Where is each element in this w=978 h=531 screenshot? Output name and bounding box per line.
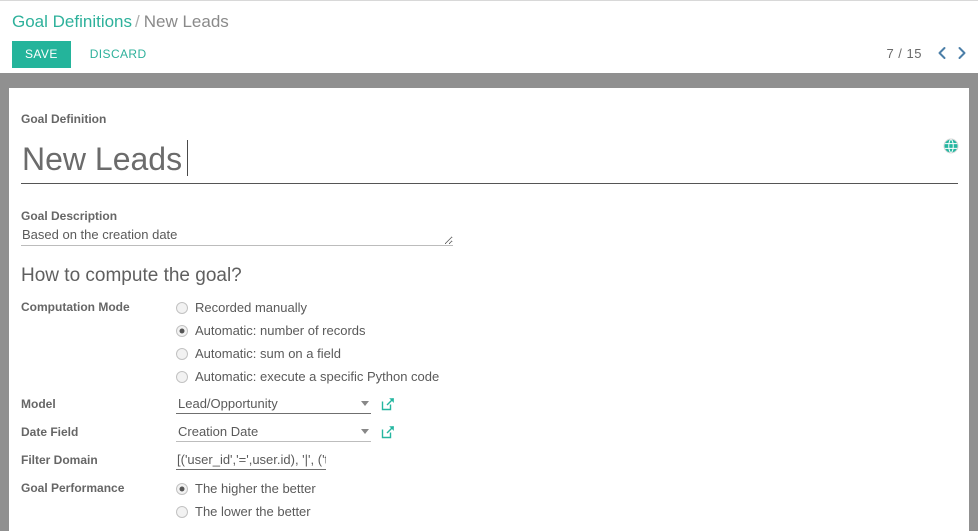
- radio-option-automatic-sum[interactable]: Automatic: sum on a field: [176, 342, 621, 365]
- breadcrumb-separator: /: [135, 12, 140, 31]
- radio-label: The lower the better: [195, 503, 311, 519]
- goal-name-field: [21, 138, 958, 184]
- model-external-link-icon[interactable]: [381, 397, 395, 411]
- breadcrumb: Goal Definitions / New Leads: [12, 10, 229, 34]
- model-selected-value: Lead/Opportunity: [178, 395, 278, 411]
- radio-label: Recorded manually: [195, 299, 308, 315]
- view-frame-top: [0, 73, 978, 88]
- radio-option-recorded-manually[interactable]: Recorded manually: [176, 296, 621, 319]
- goal-performance-options: The higher the better The lower the bett…: [176, 477, 621, 523]
- computation-mode-options: Recorded manually Automatic: number of r…: [176, 296, 621, 388]
- form-sheet: Goal Definition Goal Description How to …: [9, 88, 969, 531]
- pager-count: 7 / 15: [886, 45, 922, 61]
- radio-option-automatic-python[interactable]: Automatic: execute a specific Python cod…: [176, 365, 621, 388]
- radio-indicator-checked[interactable]: [176, 482, 188, 495]
- date-field-label: Date Field: [21, 425, 79, 439]
- text-cursor: [187, 140, 188, 176]
- chevron-down-icon[interactable]: [361, 428, 369, 434]
- model-label: Model: [21, 397, 56, 411]
- filter-domain-label: Filter Domain: [21, 453, 98, 467]
- radio-indicator[interactable]: [176, 505, 188, 518]
- filter-domain-text: [('user_id','=',user.id), '|', ('t: [177, 451, 326, 467]
- computation-mode-label: Computation Mode: [21, 300, 130, 314]
- radio-indicator[interactable]: [176, 347, 188, 360]
- field-row-computation-mode: Computation Mode Recorded manually Autom…: [21, 296, 621, 388]
- field-row-filter-domain: Filter Domain [('user_id','=',user.id), …: [21, 449, 621, 472]
- date-field-external-link-icon[interactable]: [381, 425, 395, 439]
- radio-indicator[interactable]: [176, 301, 188, 314]
- radio-option-lower-better[interactable]: The lower the better: [176, 500, 621, 523]
- goal-name-input[interactable]: [21, 138, 958, 184]
- radio-option-higher-better[interactable]: The higher the better: [176, 477, 621, 500]
- chevron-down-icon[interactable]: [361, 400, 369, 406]
- model-select[interactable]: Lead/Opportunity: [176, 393, 371, 414]
- date-field-selected-value: Creation Date: [178, 423, 259, 439]
- radio-label: Automatic: execute a specific Python cod…: [195, 368, 440, 384]
- field-row-date-field: Date Field Creation Date: [21, 421, 621, 444]
- odoo-form-view: Goal Definitions / New Leads SAVE DISCARD …: [0, 0, 978, 531]
- discard-button[interactable]: DISCARD: [80, 41, 157, 68]
- date-field-select[interactable]: Creation Date: [176, 421, 371, 442]
- pager-next-button[interactable]: [952, 42, 972, 64]
- goal-performance-label: Goal Performance: [21, 481, 125, 495]
- form-sheet-frame: Goal Definition Goal Description How to …: [0, 88, 978, 531]
- sheet-section-label: Goal Definition: [21, 112, 107, 126]
- breadcrumb-parent-link[interactable]: Goal Definitions: [12, 12, 132, 31]
- compute-group-title: How to compute the goal?: [21, 265, 242, 286]
- breadcrumb-current: New Leads: [143, 12, 229, 31]
- field-row-model: Model Lead/Opportunity: [21, 393, 621, 416]
- chevron-right-icon: [958, 47, 966, 59]
- radio-label: Automatic: number of records: [195, 322, 366, 338]
- control-panel: Goal Definitions / New Leads SAVE DISCARD …: [0, 0, 978, 73]
- save-button[interactable]: SAVE: [12, 41, 71, 68]
- form-action-buttons: SAVE DISCARD: [12, 41, 157, 68]
- compute-form-grid: Computation Mode Recorded manually Autom…: [21, 296, 621, 523]
- radio-label: The higher the better: [195, 480, 316, 496]
- radio-option-automatic-count[interactable]: Automatic: number of records: [176, 319, 621, 342]
- field-row-goal-performance: Goal Performance The higher the better T…: [21, 477, 621, 523]
- filter-domain-value: [('user_id','=',user.id), '|', ('t: [176, 449, 621, 470]
- radio-label: Automatic: sum on a field: [195, 345, 341, 361]
- pager-previous-button[interactable]: [932, 42, 952, 64]
- goal-description-label: Goal Description: [21, 209, 118, 223]
- radio-indicator[interactable]: [176, 370, 188, 383]
- radio-indicator-checked[interactable]: [176, 324, 188, 337]
- filter-domain-input[interactable]: [('user_id','=',user.id), '|', ('t: [176, 449, 326, 470]
- model-value: Lead/Opportunity: [176, 393, 621, 414]
- goal-description-input[interactable]: [21, 224, 453, 246]
- record-pager: 7 / 15: [886, 42, 972, 64]
- chevron-left-icon: [938, 47, 946, 59]
- date-field-value: Creation Date: [176, 421, 621, 442]
